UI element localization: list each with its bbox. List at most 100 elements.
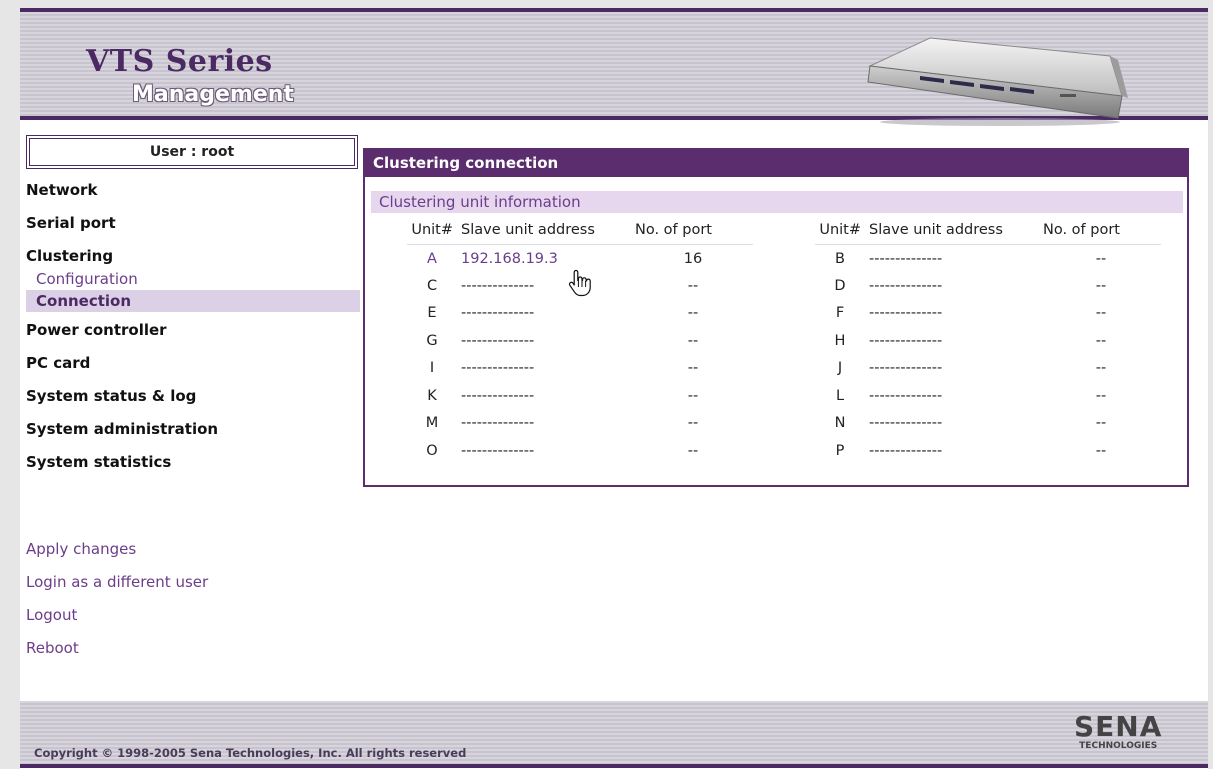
unit-cell: H xyxy=(834,332,846,349)
column-header-ports: No. of port xyxy=(1041,220,1161,245)
unit-cell: J xyxy=(837,360,843,377)
address-cell: -------------- xyxy=(869,305,943,322)
sidebar-nav: Network Serial port Clustering Configura… xyxy=(26,180,362,473)
header-banner: VTS Series Management xyxy=(20,8,1208,126)
ports-cell: -- xyxy=(1095,442,1107,459)
column-header-unit: Unit# xyxy=(815,220,865,245)
ports-cell: -- xyxy=(1095,250,1107,267)
brand-subtitle: Management xyxy=(132,82,294,107)
unit-table-left: Unit# Slave unit address No. of port A 1… xyxy=(407,220,753,465)
unit-cell: G xyxy=(426,332,438,349)
clustering-connection-panel: Clustering connection Clustering unit in… xyxy=(363,148,1189,487)
page-frame: VTS Series Management User: root Networ… xyxy=(20,8,1208,768)
unit-cell: K xyxy=(427,387,437,404)
table-row: J -------------- -- xyxy=(815,355,1161,383)
sena-logo-sub: TECHNOLOGIES xyxy=(1079,741,1158,751)
user-label: User : root xyxy=(29,138,355,166)
footer: Copyright © 1998-2005 Sena Technologies,… xyxy=(20,701,1208,768)
unit-cell[interactable]: A xyxy=(407,245,457,273)
address-cell: -------------- xyxy=(461,415,535,432)
address-cell: -------------- xyxy=(869,387,943,404)
unit-cell: B xyxy=(835,250,845,267)
table-row: O -------------- -- xyxy=(407,437,753,465)
column-header-address: Slave unit address xyxy=(865,220,1041,245)
table-row: H -------------- -- xyxy=(815,327,1161,355)
sidebar-item-clustering[interactable]: Clustering xyxy=(26,246,362,268)
table-row: N -------------- -- xyxy=(815,410,1161,438)
hand-pointer-icon xyxy=(568,269,591,297)
table-row: L -------------- -- xyxy=(815,382,1161,410)
brand-title: VTS Series xyxy=(86,44,273,79)
ports-cell: -- xyxy=(1095,387,1107,404)
table-row: D -------------- -- xyxy=(815,272,1161,300)
ports-cell: -- xyxy=(687,360,699,377)
logout-link[interactable]: Logout xyxy=(26,604,208,637)
sidebar-item-pc-card[interactable]: PC card xyxy=(26,341,362,374)
sidebar-item-network[interactable]: Network xyxy=(26,180,362,213)
ports-cell: -- xyxy=(1095,415,1107,432)
table-row: I -------------- -- xyxy=(407,355,753,383)
address-cell: -------------- xyxy=(461,305,535,322)
unit-cell: I xyxy=(429,360,435,377)
unit-cell: C xyxy=(426,277,438,294)
ports-cell: -- xyxy=(687,332,699,349)
address-cell: -------------- xyxy=(869,415,943,432)
ports-cell: -- xyxy=(1095,360,1107,377)
address-cell: -------------- xyxy=(461,332,535,349)
table-row: E -------------- -- xyxy=(407,300,753,328)
address-cell: -------------- xyxy=(461,360,535,377)
login-different-user-link[interactable]: Login as a different user xyxy=(26,571,208,604)
ports-cell: -- xyxy=(687,415,699,432)
table-row: F -------------- -- xyxy=(815,300,1161,328)
address-cell: -------------- xyxy=(461,277,535,294)
address-cell: -------------- xyxy=(461,387,535,404)
unit-cell: D xyxy=(834,277,846,294)
table-row: M -------------- -- xyxy=(407,410,753,438)
sidebar-item-system-status-log[interactable]: System status & log xyxy=(26,374,362,407)
ports-cell: -- xyxy=(1095,305,1107,322)
action-links: Apply changes Login as a different user … xyxy=(26,538,208,670)
ports-cell: -- xyxy=(1095,332,1107,349)
table-row: P -------------- -- xyxy=(815,437,1161,465)
sena-logo-main: SENA xyxy=(1074,710,1163,743)
address-cell: -------------- xyxy=(869,332,943,349)
address-cell: -------------- xyxy=(869,442,943,459)
panel-title: Clustering connection xyxy=(365,150,1187,177)
address-cell: -------------- xyxy=(869,360,943,377)
sidebar-item-configuration[interactable]: Configuration xyxy=(26,268,362,290)
unit-cell: N xyxy=(834,415,846,432)
section-title: Clustering unit information xyxy=(371,191,1183,213)
ports-cell: -- xyxy=(1095,277,1107,294)
address-link[interactable]: 192.168.19.3 xyxy=(457,245,633,273)
sidebar-item-serial-port[interactable]: Serial port xyxy=(26,213,362,246)
sidebar-item-system-statistics[interactable]: System statistics xyxy=(26,440,362,473)
sena-logo: SENA TECHNOLOGIES xyxy=(1074,710,1163,752)
unit-cell: P xyxy=(835,442,845,459)
column-header-unit: Unit# xyxy=(407,220,457,245)
address-cell: -------------- xyxy=(869,250,943,267)
unit-cell: E xyxy=(427,305,437,322)
ports-cell: -- xyxy=(687,442,699,459)
device-illustration xyxy=(867,37,1128,126)
table-row[interactable]: A 192.168.19.3 16 xyxy=(407,245,753,273)
unit-cell: F xyxy=(835,305,845,322)
table-row: G -------------- -- xyxy=(407,327,753,355)
apply-changes-link[interactable]: Apply changes xyxy=(26,538,208,571)
user-box: User : root xyxy=(26,135,358,169)
address-cell: -------------- xyxy=(461,442,535,459)
unit-cell: O xyxy=(426,442,438,459)
address-cell: -------------- xyxy=(869,277,943,294)
table-row: B -------------- -- xyxy=(815,245,1161,273)
sidebar-item-power-controller[interactable]: Power controller xyxy=(26,308,362,341)
sidebar-item-system-administration[interactable]: System administration xyxy=(26,407,362,440)
unit-cell: L xyxy=(835,387,845,404)
unit-table-right: Unit# Slave unit address No. of port B -… xyxy=(815,220,1161,465)
table-row: K -------------- -- xyxy=(407,382,753,410)
unit-cell: M xyxy=(425,415,439,432)
ports-cell: -- xyxy=(687,305,699,322)
ports-cell: -- xyxy=(687,277,699,294)
column-header-address: Slave unit address xyxy=(457,220,633,245)
reboot-link[interactable]: Reboot xyxy=(26,637,208,670)
ports-cell: 16 xyxy=(683,250,703,267)
column-header-ports: No. of port xyxy=(633,220,753,245)
